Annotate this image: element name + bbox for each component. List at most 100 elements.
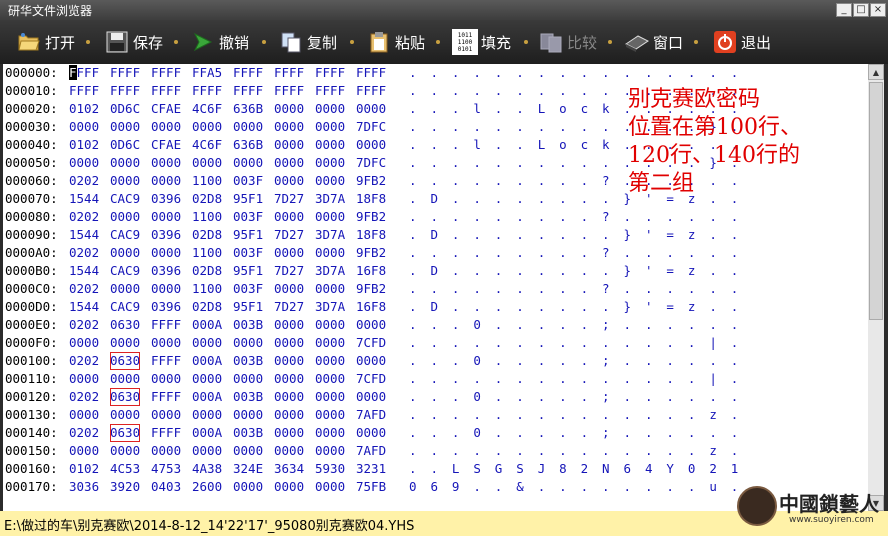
hex-word[interactable]: 0396 — [151, 298, 181, 316]
hex-word[interactable]: 0396 — [151, 190, 181, 208]
hex-word[interactable]: 0D6C — [110, 100, 140, 118]
hex-word[interactable]: 0000 — [69, 442, 99, 460]
hex-word[interactable]: 003B — [233, 424, 263, 442]
hex-word[interactable]: 1544 — [69, 226, 99, 244]
hex-word[interactable]: 7AFD — [356, 442, 386, 460]
hex-word[interactable]: FFFF — [151, 388, 181, 406]
hex-word-highlighted[interactable]: 0630 — [110, 352, 141, 370]
hex-word[interactable]: FFFF — [110, 82, 140, 100]
hex-word[interactable]: 7DFC — [356, 118, 386, 136]
hex-word[interactable]: 0000 — [315, 370, 345, 388]
hex-word[interactable]: FFFF — [356, 64, 386, 82]
hex-word[interactable]: 003B — [233, 352, 263, 370]
hex-word[interactable]: 1100 — [192, 244, 222, 262]
hex-word[interactable]: 0000 — [274, 208, 304, 226]
hex-word[interactable]: CFAE — [151, 136, 181, 154]
hex-word[interactable]: 0000 — [110, 208, 140, 226]
hex-word[interactable]: 0000 — [69, 154, 99, 172]
hex-word[interactable]: 16F8 — [356, 298, 386, 316]
hex-word[interactable]: 02D8 — [192, 190, 222, 208]
hex-word[interactable]: 0000 — [274, 334, 304, 352]
hex-word[interactable]: FFFF — [110, 64, 140, 82]
hex-word[interactable]: 02D8 — [192, 226, 222, 244]
scroll-thumb[interactable] — [869, 82, 883, 320]
maximize-button[interactable]: □ — [853, 3, 869, 17]
hex-word[interactable]: 0396 — [151, 262, 181, 280]
minimize-button[interactable]: _ — [836, 3, 852, 17]
hex-word[interactable]: 4C6F — [192, 136, 222, 154]
hex-word[interactable]: 0000 — [315, 172, 345, 190]
hex-word[interactable]: 000A — [192, 352, 222, 370]
close-button[interactable]: × — [870, 3, 886, 17]
hex-word[interactable]: 0000 — [315, 424, 345, 442]
hex-word[interactable]: FFFF — [151, 316, 181, 334]
hex-word[interactable]: 0630 — [110, 316, 140, 334]
hex-word[interactable]: 0202 — [69, 172, 99, 190]
hex-word[interactable]: 0202 — [69, 316, 99, 334]
hex-word[interactable]: FFFF — [274, 82, 304, 100]
hex-word[interactable]: FFFF — [233, 64, 263, 82]
hex-word[interactable]: 0000 — [274, 244, 304, 262]
hex-word[interactable]: 0000 — [315, 352, 345, 370]
hex-word[interactable]: 0000 — [151, 370, 181, 388]
hex-word[interactable]: 0000 — [315, 478, 345, 496]
hex-word[interactable]: 0102 — [69, 100, 99, 118]
hex-word[interactable]: 0000 — [233, 370, 263, 388]
paste-button[interactable]: 粘贴 — [366, 28, 425, 56]
hex-word[interactable]: 3D7A — [315, 226, 345, 244]
hex-word[interactable]: 0000 — [315, 100, 345, 118]
hex-word[interactable]: 0202 — [69, 244, 99, 262]
window-button[interactable]: 窗口 — [624, 28, 683, 56]
hex-word[interactable]: 003B — [233, 388, 263, 406]
exit-button[interactable]: 退出 — [712, 28, 771, 56]
hex-word[interactable]: 000A — [192, 316, 222, 334]
undo-button[interactable]: 撤销 — [190, 28, 249, 56]
hex-word[interactable]: 7CFD — [356, 334, 386, 352]
hex-word[interactable]: 0000 — [356, 424, 386, 442]
hex-word[interactable]: 0000 — [356, 100, 386, 118]
hex-word[interactable]: 3D7A — [315, 190, 345, 208]
hex-word[interactable]: 0000 — [110, 406, 140, 424]
hex-word[interactable]: CAC9 — [110, 298, 140, 316]
vertical-scrollbar[interactable]: ▲ ▼ — [868, 64, 884, 511]
hex-word[interactable]: 0000 — [151, 118, 181, 136]
hex-word[interactable]: 0000 — [274, 316, 304, 334]
hex-word[interactable]: 0000 — [192, 406, 222, 424]
hex-word[interactable]: 0000 — [151, 244, 181, 262]
hex-word[interactable]: FFFF — [315, 82, 345, 100]
hex-word[interactable]: 0000 — [192, 334, 222, 352]
hex-word[interactable]: 95F1 — [233, 226, 263, 244]
hex-word[interactable]: 0202 — [69, 352, 99, 370]
save-button[interactable]: 保存 — [104, 28, 163, 56]
hex-word[interactable]: 0000 — [151, 172, 181, 190]
hex-word[interactable]: 003F — [233, 280, 263, 298]
hex-word[interactable]: 0000 — [151, 406, 181, 424]
hex-word[interactable]: 0000 — [69, 406, 99, 424]
hex-word[interactable]: 9FB2 — [356, 244, 386, 262]
hex-word[interactable]: 0000 — [151, 154, 181, 172]
hex-word[interactable]: 0000 — [110, 244, 140, 262]
fill-button[interactable]: 1011 1100 0101 填充 — [452, 28, 511, 56]
hex-word[interactable]: 0000 — [274, 370, 304, 388]
hex-word[interactable]: 7D27 — [274, 262, 304, 280]
hex-word-highlighted[interactable]: 0630 — [110, 424, 141, 442]
hex-word[interactable]: 0000 — [274, 478, 304, 496]
hex-word[interactable]: 0000 — [110, 370, 140, 388]
hex-word[interactable]: 3D7A — [315, 262, 345, 280]
hex-word[interactable]: FFFF — [151, 64, 181, 82]
hex-word[interactable]: 0000 — [192, 370, 222, 388]
hex-word[interactable]: 0000 — [356, 136, 386, 154]
hex-word[interactable]: 0000 — [110, 334, 140, 352]
hex-word[interactable]: 75FB — [356, 478, 386, 496]
hex-word[interactable]: 1100 — [192, 208, 222, 226]
hex-word[interactable]: 0403 — [151, 478, 181, 496]
hex-word[interactable]: 0102 — [69, 460, 99, 478]
hex-word-cursor[interactable]: FFFF — [69, 64, 99, 82]
hex-word[interactable]: 0000 — [356, 316, 386, 334]
hex-word[interactable]: 0000 — [315, 118, 345, 136]
hex-word[interactable]: 1100 — [192, 172, 222, 190]
hex-word[interactable]: FFA5 — [192, 64, 222, 82]
hex-word[interactable]: 3231 — [356, 460, 386, 478]
hex-word[interactable]: 0000 — [315, 388, 345, 406]
hex-word[interactable]: 95F1 — [233, 298, 263, 316]
